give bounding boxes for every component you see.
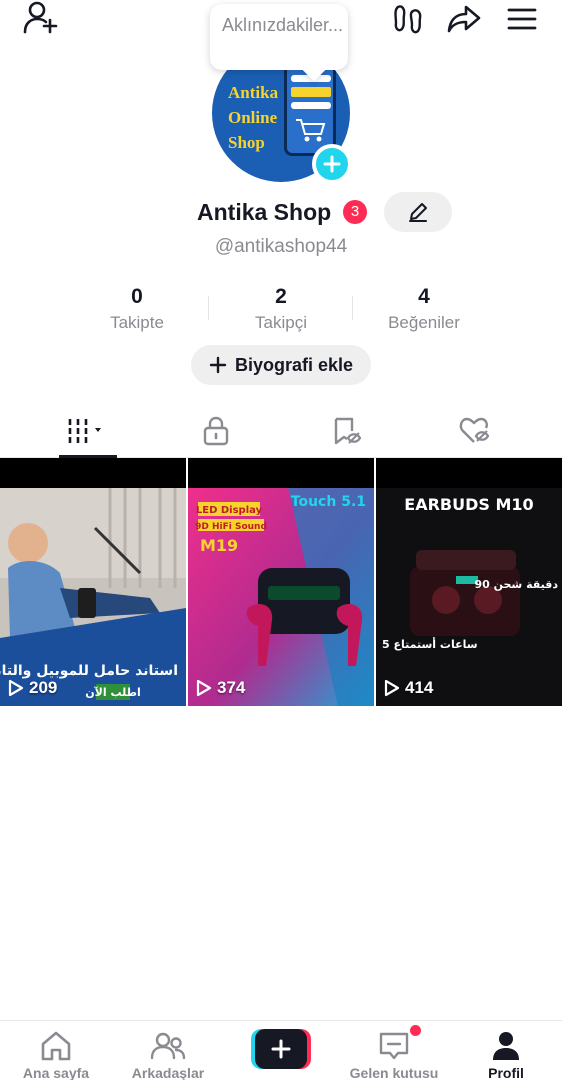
nav-friends-label: Arkadaşlar xyxy=(131,1065,205,1080)
play-icon xyxy=(384,679,400,697)
create-button[interactable] xyxy=(251,1029,311,1069)
nav-home-label: Ana sayfa xyxy=(22,1065,90,1080)
inbox-notification-dot xyxy=(410,1025,421,1036)
username: @antikashop44 xyxy=(214,236,348,257)
plus-icon xyxy=(323,155,341,173)
lock-icon xyxy=(203,416,229,445)
video-2-image: LED Display 9D HiFi Sound M19 Touch 5.1 xyxy=(188,488,374,706)
view-count-value: 209 xyxy=(29,678,58,697)
followers-label: Takipçi xyxy=(255,313,307,332)
video-2-caption-line-3: M19 xyxy=(200,536,238,555)
following-count: 0 xyxy=(131,285,143,308)
nav-home[interactable]: Ana sayfa xyxy=(0,1021,112,1080)
video-thumbnail[interactable]: EARBUDS M10 90 دقيقة شحن 5 ساعات أستمتاع… xyxy=(376,458,562,706)
tab-videos[interactable] xyxy=(18,404,158,457)
status-tooltip[interactable]: Aklınızdakiler... xyxy=(210,4,348,70)
view-count-value: 374 xyxy=(217,678,246,697)
add-bio-label: Biyografi ekle xyxy=(234,354,354,375)
tooltip-text: Aklınızdakiler... xyxy=(222,15,344,35)
grid-icon xyxy=(68,418,101,443)
stat-following[interactable]: 0 Takipte xyxy=(67,284,207,334)
plus-icon xyxy=(271,1039,291,1059)
following-label: Takipte xyxy=(110,313,164,332)
nav-profile[interactable]: Profil xyxy=(450,1021,562,1080)
view-count: 414 xyxy=(384,678,433,698)
video-thumbnail[interactable]: استاند حامل للموبيل والتابلت اطلب الآن 2… xyxy=(0,458,186,706)
followers-count: 2 xyxy=(275,285,287,308)
video-3-image: EARBUDS M10 90 دقيقة شحن 5 ساعات أستمتاع xyxy=(376,488,562,706)
display-name: Antika Shop xyxy=(197,199,332,225)
view-count: 209 xyxy=(8,678,57,698)
content-tabs xyxy=(0,404,562,458)
nav-inbox-label: Gelen kutusu xyxy=(349,1065,439,1080)
video-3-caption-line-2: 90 دقيقة شحن xyxy=(474,578,558,591)
video-grid: استاند حامل للموبيل والتابلت اطلب الآن 2… xyxy=(0,458,562,706)
profile-icon xyxy=(493,1032,519,1060)
likes-label: Beğeniler xyxy=(388,313,460,332)
add-friend-icon[interactable] xyxy=(20,0,60,36)
video-thumbnail[interactable]: LED Display 9D HiFi Sound M19 Touch 5.1 … xyxy=(188,458,374,706)
tab-liked[interactable] xyxy=(405,404,545,457)
menu-icon[interactable] xyxy=(504,2,540,36)
divider xyxy=(352,296,353,320)
bottom-nav: Ana sayfa Arkadaşlar Gelen kutusu Profil xyxy=(0,1020,562,1080)
view-count: 374 xyxy=(196,678,245,698)
nav-profile-label: Profil xyxy=(488,1065,524,1080)
tab-private[interactable] xyxy=(146,404,286,457)
video-3-caption-line-1: EARBUDS M10 xyxy=(404,495,533,514)
stat-followers[interactable]: 2 Takipçi xyxy=(211,284,351,334)
avatar-logo-text: Antika Online Shop xyxy=(228,83,279,152)
video-2-caption-line-1: LED Display xyxy=(196,505,263,516)
likes-count: 4 xyxy=(418,285,430,308)
play-icon xyxy=(196,679,212,697)
video-1-caption-line-1: استاند حامل للموبيل والتابلت xyxy=(0,663,178,679)
plus-icon xyxy=(209,356,227,374)
add-photo-button[interactable] xyxy=(312,144,352,184)
play-icon xyxy=(8,679,24,697)
video-1-image: استاند حامل للموبيل والتابلت اطلب الآن xyxy=(0,488,186,706)
nav-friends[interactable]: Arkadaşlar xyxy=(112,1021,224,1080)
video-2-caption-line-2: 9D HiFi Sound xyxy=(195,522,267,532)
edit-profile-button[interactable] xyxy=(384,192,452,232)
cart-icon xyxy=(296,119,326,142)
video-3-caption-line-3: 5 ساعات أستمتاع xyxy=(382,637,478,651)
stats-row: 0 Takipte 2 Takipçi 4 Beğeniler xyxy=(0,284,562,340)
liked-icon xyxy=(459,417,490,443)
video-2-caption-line-4: Touch 5.1 xyxy=(291,494,366,510)
divider xyxy=(208,296,209,320)
add-bio-button[interactable]: Biyografi ekle xyxy=(191,345,371,385)
home-icon xyxy=(41,1031,71,1061)
notification-badge: 3 xyxy=(343,200,367,224)
nav-inbox[interactable]: Gelen kutusu xyxy=(338,1021,450,1080)
inbox-icon xyxy=(379,1032,409,1060)
footprints-icon[interactable] xyxy=(390,2,426,36)
share-icon[interactable] xyxy=(444,2,484,36)
pencil-icon xyxy=(409,203,427,222)
friends-icon xyxy=(150,1032,186,1060)
video-1-caption-line-2: اطلب الآن xyxy=(85,686,140,699)
view-count-value: 414 xyxy=(405,678,434,697)
tab-saved[interactable] xyxy=(277,404,417,457)
saved-icon xyxy=(334,417,362,444)
stat-likes[interactable]: 4 Beğeniler xyxy=(354,284,494,334)
